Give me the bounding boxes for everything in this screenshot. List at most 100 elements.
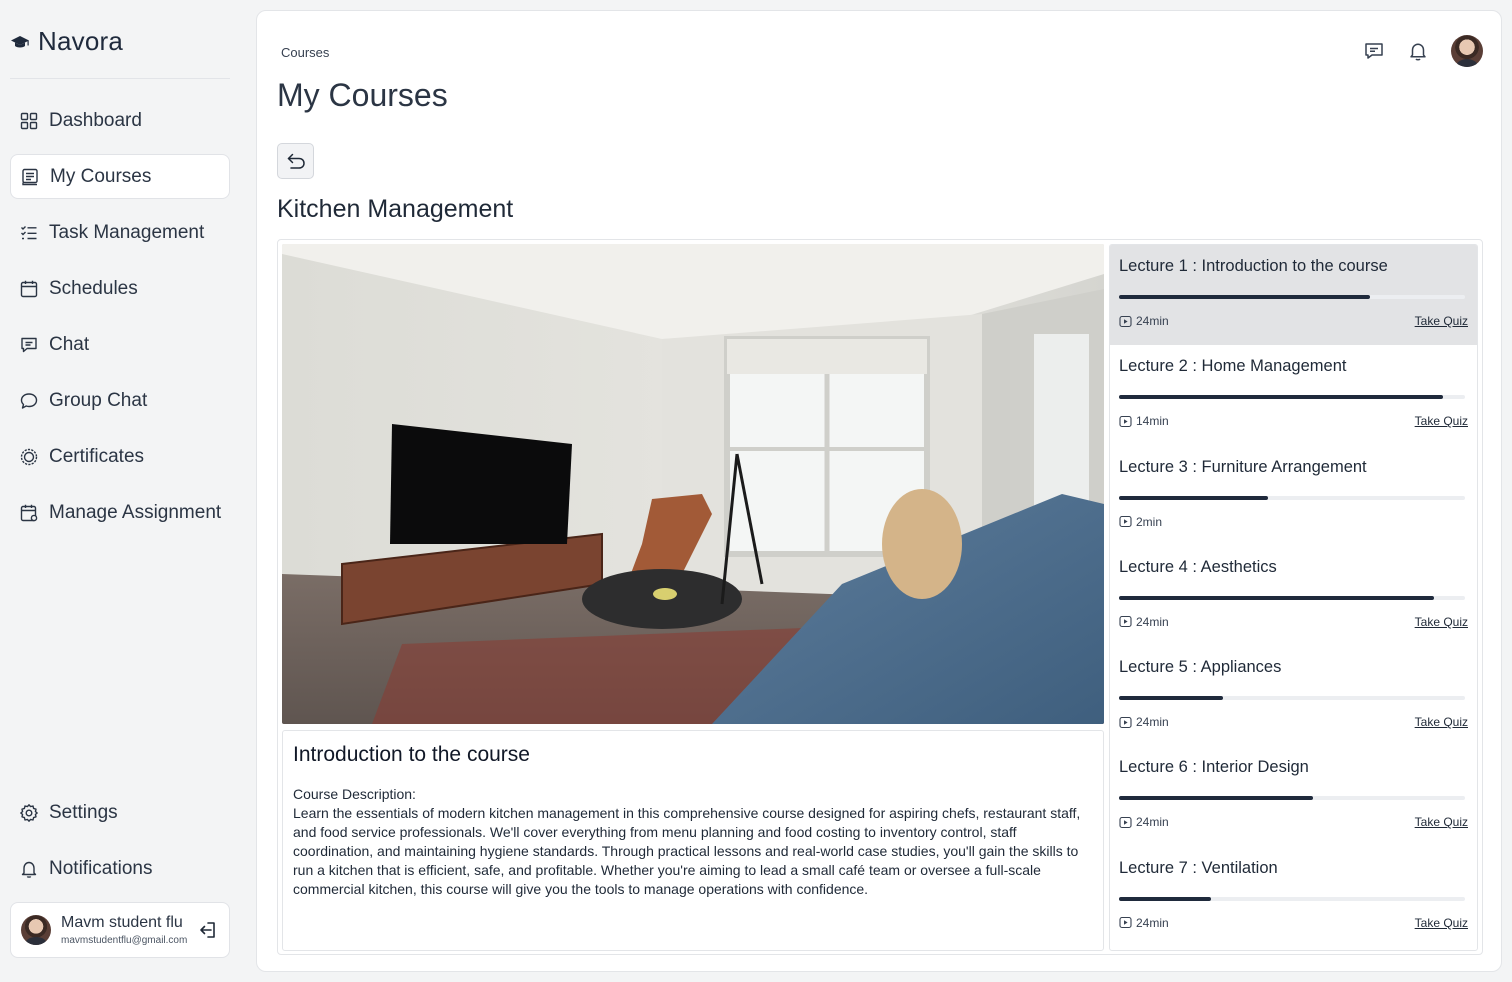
sidebar-item-label: My Courses <box>50 165 152 187</box>
main-panel: Courses My Courses Kitchen Management In… <box>256 10 1502 972</box>
lecture-description: Introduction to the course Course Descri… <box>282 730 1104 951</box>
lecture-item[interactable]: Lecture 5 : Appliances 24min Take Quiz <box>1110 646 1477 746</box>
progress-bar <box>1119 295 1465 299</box>
description-label: Course Description: <box>293 786 416 802</box>
video-icon <box>1119 415 1132 427</box>
sidebar-item-settings[interactable]: Settings <box>10 790 230 835</box>
video-icon <box>1119 315 1132 327</box>
profile-avatar[interactable] <box>1451 35 1483 67</box>
take-quiz-link[interactable]: Take Quiz <box>1415 715 1468 729</box>
breadcrumb[interactable]: Courses <box>281 45 329 60</box>
lecture-duration: 14min <box>1119 414 1169 428</box>
lecture-title: Lecture 2 : Home Management <box>1119 357 1347 376</box>
progress-bar <box>1119 395 1465 400</box>
lecture-item[interactable]: Lecture 6 : Interior Design 24min Take Qui… <box>1110 746 1477 846</box>
sidebar-item-group-chat[interactable]: Group Chat <box>10 378 230 423</box>
logout-icon[interactable] <box>197 919 219 941</box>
sidebar-item-chat[interactable]: Chat <box>10 322 230 367</box>
app-name: Navora <box>38 26 124 56</box>
take-quiz-link[interactable]: Take Quiz <box>1415 916 1468 930</box>
duration-text: 14min <box>1136 414 1169 429</box>
lecture-duration: 2min <box>1119 515 1162 529</box>
progress-fill <box>1119 495 1268 500</box>
back-arrow-icon <box>287 153 305 169</box>
user-name: Mavm student flu <box>61 914 183 931</box>
lecture-title: Lecture 4 : Aesthetics <box>1119 557 1277 576</box>
take-quiz-link[interactable]: Take Quiz <box>1415 314 1468 328</box>
sidebar-item-label: Notifications <box>49 857 153 879</box>
gear-icon <box>20 803 38 822</box>
sidebar-item-label: Group Chat <box>49 389 148 411</box>
video-icon <box>1119 917 1132 929</box>
sidebar: Navora Dashboard My Courses Task Managem… <box>0 0 244 982</box>
take-quiz-link[interactable]: Take Quiz <box>1415 815 1468 829</box>
progress-bar <box>1119 696 1465 701</box>
lecture-title: Lecture 5 : Appliances <box>1119 658 1282 677</box>
lecture-duration: 24min <box>1119 815 1169 829</box>
header-actions <box>1363 35 1483 67</box>
duration-text: 24min <box>1136 314 1169 328</box>
video-icon <box>1119 516 1132 528</box>
lecture-duration: 24min <box>1119 916 1169 930</box>
duration-text: 2min <box>1136 514 1163 529</box>
bell-icon <box>21 861 37 878</box>
grid-icon <box>20 112 38 129</box>
sidebar-item-dashboard[interactable]: Dashboard <box>10 98 230 143</box>
duration-text: 24min <box>1136 915 1169 930</box>
sidebar-nav: Dashboard My Courses Task Management Sch… <box>10 98 230 546</box>
bell-icon[interactable] <box>1407 40 1429 62</box>
progress-fill <box>1119 595 1434 600</box>
chat-icon <box>21 337 37 352</box>
sidebar-item-label: Schedules <box>49 277 138 299</box>
lecture-item[interactable]: Lecture 7 : Ventilation 24min Take Quiz <box>1110 847 1477 947</box>
video-player[interactable] <box>282 244 1104 724</box>
lecture-list: Lecture 1 : Introduction to the course 24… <box>1109 244 1478 951</box>
progress-fill <box>1119 896 1211 901</box>
progress-bar <box>1119 495 1465 500</box>
calendar-icon <box>20 280 38 297</box>
progress-bar <box>1119 796 1465 801</box>
lecture-item[interactable]: Lecture 1 : Introduction to the course 24… <box>1110 245 1477 346</box>
take-quiz-link[interactable]: Take Quiz <box>1415 615 1468 629</box>
lecture-title: Lecture 1 : Introduction to the course <box>1119 257 1388 275</box>
page-title: My Courses <box>277 77 448 113</box>
brand[interactable]: Navora <box>10 26 123 57</box>
book-icon <box>22 168 38 185</box>
course-title: Kitchen Management <box>277 195 514 223</box>
sidebar-item-manage-assignment[interactable]: Manage Assignment <box>10 490 230 535</box>
description-text: Learn the essentials of modern kitchen m… <box>293 805 1081 897</box>
video-icon <box>1119 716 1132 728</box>
group-chat-icon <box>20 392 38 409</box>
sidebar-item-label: Dashboard <box>49 109 142 131</box>
progress-bar <box>1119 595 1465 600</box>
video-icon <box>1119 816 1132 829</box>
lecture-item[interactable]: Lecture 4 : Aesthetics 24min Take Quiz <box>1110 546 1477 646</box>
lecture-duration: 24min <box>1119 715 1169 729</box>
sidebar-item-label: Settings <box>49 801 118 823</box>
sidebar-item-notifications[interactable]: Notifications <box>10 846 230 891</box>
sidebar-item-label: Certificates <box>49 445 145 467</box>
lecture-item[interactable]: Lecture 3 : Furniture Arrangement 2min <box>1110 446 1477 546</box>
lecture-item[interactable]: Lecture 2 : Home Management 14min Take Qui… <box>1110 345 1477 445</box>
graduation-cap-icon <box>10 32 30 52</box>
lecture-title: Lecture 6 : Interior Design <box>1119 758 1309 777</box>
lecture-title: Lecture 3 : Furniture Arrangement <box>1119 457 1367 476</box>
avatar <box>21 915 51 945</box>
message-icon[interactable] <box>1363 40 1385 62</box>
sidebar-item-my-courses[interactable]: My Courses <box>10 154 230 199</box>
lecture-title: Introduction to the course <box>293 743 530 766</box>
progress-fill <box>1119 395 1443 400</box>
take-quiz-link[interactable]: Take Quiz <box>1415 414 1468 428</box>
divider <box>10 78 230 79</box>
sidebar-bottom-nav: Settings Notifications <box>10 790 230 902</box>
duration-text: 24min <box>1136 715 1169 730</box>
sidebar-item-schedules[interactable]: Schedules <box>10 266 230 311</box>
back-button[interactable] <box>277 143 314 179</box>
badge-icon <box>20 448 38 465</box>
sidebar-item-label: Task Management <box>49 221 205 243</box>
progress-fill <box>1119 696 1223 701</box>
sidebar-item-certificates[interactable]: Certificates <box>10 434 230 479</box>
sidebar-item-label: Manage Assignment <box>49 501 222 523</box>
user-card: Mavm student flu mavmstudentflu@gmail.co… <box>10 902 230 958</box>
sidebar-item-task-management[interactable]: Task Management <box>10 210 230 255</box>
